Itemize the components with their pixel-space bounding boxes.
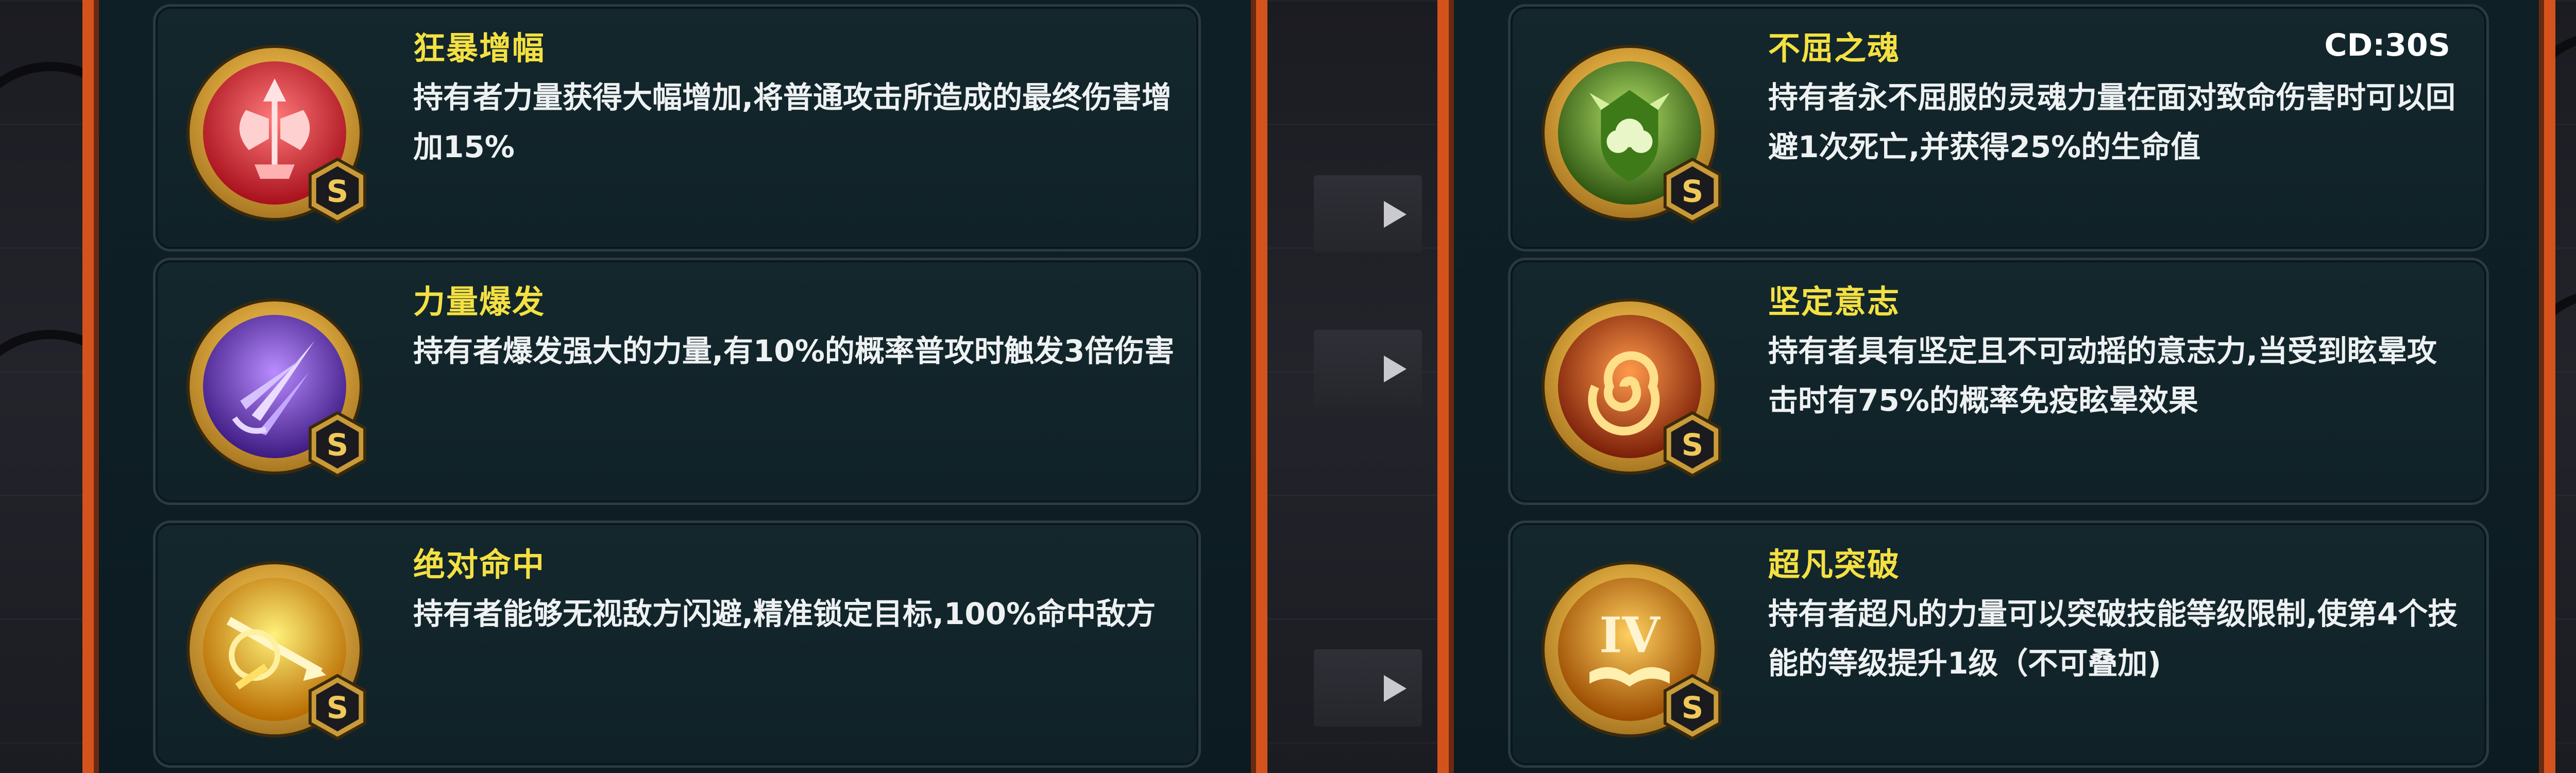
skill-title: 力量爆发 [413, 283, 546, 321]
skill-card[interactable]: S 力量爆发 持有者爆发强大的力量,有10%的概率普攻时触发3倍伤害 [153, 258, 1201, 505]
skill-card[interactable]: S 狂暴增幅 持有者力量获得大幅增加,将普通攻击所造成的最终伤害增加15% [153, 4, 1201, 251]
skill-icon-frame: S [1545, 48, 1722, 224]
skill-title: 绝对命中 [413, 546, 546, 583]
svg-text:S: S [1682, 690, 1704, 726]
rank-s-badge: S [1662, 411, 1723, 478]
skill-card[interactable]: S 绝对命中 持有者能够无视敌方闪避,精准锁定目标,100%命中敌方 [153, 520, 1201, 768]
svg-text:S: S [1682, 174, 1704, 209]
rank-s-badge: S [307, 157, 368, 224]
skill-title: 狂暴增幅 [413, 29, 546, 67]
skill-card[interactable]: IV S 超凡突破 持有者超凡的力量可以突破技能等级限制,使第4个技能的等级提升… [1508, 520, 2489, 768]
skill-title: 坚定意志 [1768, 283, 1901, 321]
skill-icon-frame: IV S [1545, 564, 1722, 741]
decor-curve [0, 330, 82, 513]
next-arrow-icon [1314, 175, 1422, 253]
skill-description: 持有者具有坚定且不可动摇的意志力,当受到眩晕攻击时有75%的概率免疫眩晕效果 [1768, 333, 2437, 418]
rank-s-badge: S [1662, 674, 1723, 741]
decor-curve [2555, 289, 2576, 472]
skill-description: 持有者永不屈服的灵魂力量在面对致命伤害时可以回避1次死亡,并获得25%的生命值 [1768, 80, 2456, 164]
svg-text:IV: IV [1599, 607, 1660, 664]
skill-title: 超凡突破 [1768, 546, 1901, 583]
skill-description: 持有者能够无视敌方闪避,精准锁定目标,100%命中敌方 [413, 596, 1156, 631]
skill-description: 持有者超凡的力量可以突破技能等级限制,使第4个技能的等级提升1级（不可叠加) [1768, 596, 2458, 681]
rank-s-badge: S [1662, 157, 1723, 224]
skill-card[interactable]: S 坚定意志 持有者具有坚定且不可动摇的意志力,当受到眩晕攻击时有75%的概率免… [1508, 258, 2489, 505]
skill-description: 持有者爆发强大的力量,有10%的概率普攻时触发3倍伤害 [413, 333, 1175, 368]
skill-card[interactable]: S 不屈之魂 CD:30S 持有者永不屈服的灵魂力量在面对致命伤害时可以回避1次… [1508, 4, 2489, 251]
background-middle [1267, 0, 1437, 773]
skill-title: 不屈之魂 [1768, 29, 1901, 67]
skill-icon-frame: S [1545, 301, 1722, 478]
decor-curve [2555, 31, 2576, 214]
skill-screen: S 狂暴增幅 持有者力量获得大幅增加,将普通攻击所造成的最终伤害增加15% S … [0, 0, 2576, 773]
next-arrow-icon [1314, 330, 1422, 407]
skill-icon-frame: S [190, 301, 367, 478]
decor-curve [0, 62, 82, 245]
rank-s-badge: S [307, 411, 368, 478]
right-skill-panel: S 不屈之魂 CD:30S 持有者永不屈服的灵魂力量在面对致命伤害时可以回避1次… [1437, 0, 2555, 773]
skill-icon-frame: S [190, 48, 367, 224]
svg-text:S: S [327, 174, 349, 209]
cooldown-label: CD:30S [2324, 27, 2450, 63]
background-right [2555, 0, 2576, 773]
svg-text:S: S [327, 427, 349, 463]
left-skill-panel: S 狂暴增幅 持有者力量获得大幅增加,将普通攻击所造成的最终伤害增加15% S … [82, 0, 1267, 773]
skill-description: 持有者力量获得大幅增加,将普通攻击所造成的最终伤害增加15% [413, 80, 1172, 164]
skill-icon-frame: S [190, 564, 367, 741]
svg-text:S: S [1682, 427, 1704, 463]
svg-text:S: S [327, 690, 349, 726]
next-arrow-icon [1314, 649, 1422, 727]
rank-s-badge: S [307, 674, 368, 741]
background-left [0, 0, 82, 773]
